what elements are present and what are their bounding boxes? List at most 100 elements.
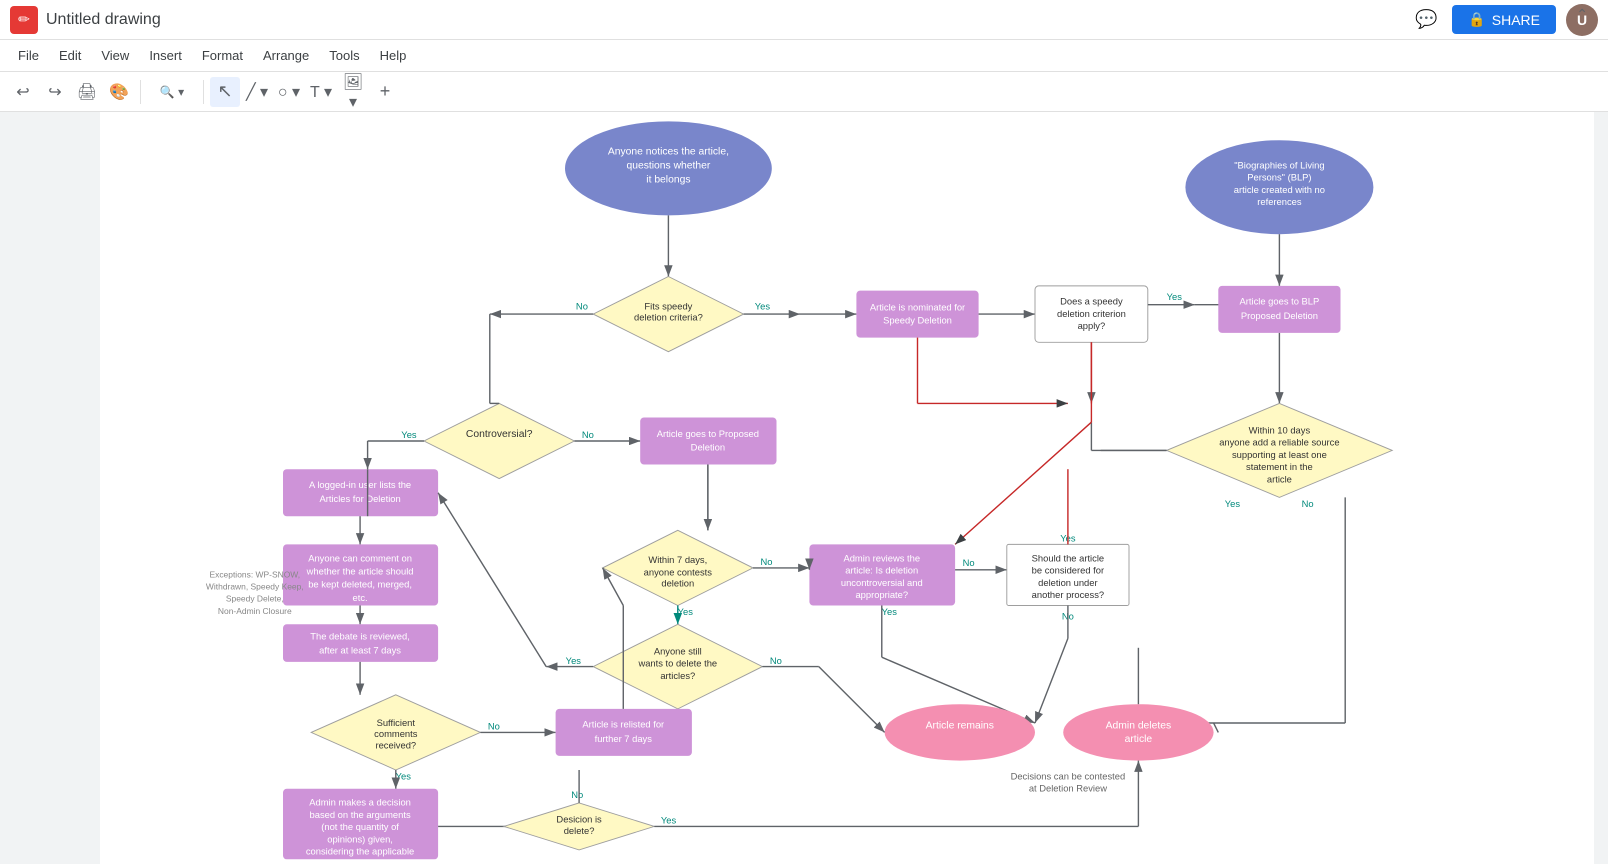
svg-text:Yes: Yes — [1225, 498, 1241, 509]
svg-text:Article goes to Proposed: Article goes to Proposed — [657, 428, 759, 439]
svg-text:statement in the: statement in the — [1246, 461, 1313, 472]
text-tool-button[interactable]: T ▾ — [306, 77, 336, 107]
svg-text:whether the article should: whether the article should — [306, 565, 414, 576]
svg-text:be considered for: be considered for — [1032, 565, 1104, 576]
svg-text:"Biographies of Living: "Biographies of Living — [1234, 159, 1324, 170]
menu-file[interactable]: File — [8, 44, 49, 67]
image-tool-button[interactable]: 🖼 ▾ — [338, 77, 368, 107]
svg-text:supporting at least one: supporting at least one — [1232, 449, 1327, 460]
flowchart-svg: Anyone notices the article, questions wh… — [100, 112, 1594, 864]
svg-text:Yes: Yes — [396, 770, 412, 781]
arrow-anyone-still-to-logged-in — [438, 493, 546, 667]
svg-text:Yes: Yes — [678, 606, 694, 617]
menu-tools[interactable]: Tools — [319, 44, 369, 67]
svg-text:Proposed Deletion: Proposed Deletion — [1241, 310, 1318, 321]
svg-text:article: Is deletion: article: Is deletion — [845, 565, 918, 576]
toolbar: ↩ ↪ 🖨 🎨 🔍 ▾ ↖ ╱ ▾ ○ ▾ T ▾ 🖼 ▾ + ⌃ — [0, 72, 1608, 112]
svg-text:apply?: apply? — [1078, 320, 1106, 331]
svg-text:Within 10 days: Within 10 days — [1249, 424, 1311, 435]
svg-text:deletion under: deletion under — [1038, 577, 1097, 588]
app-icon — [10, 6, 38, 34]
menu-view[interactable]: View — [91, 44, 139, 67]
select-tool-button[interactable]: ↖ — [210, 77, 240, 107]
share-label: SHARE — [1492, 12, 1540, 28]
menu-insert[interactable]: Insert — [139, 44, 192, 67]
svg-text:A logged-in user lists the: A logged-in user lists the — [309, 479, 411, 490]
svg-text:article created with no: article created with no — [1234, 184, 1325, 195]
svg-text:articles?: articles? — [660, 670, 695, 681]
svg-text:Speedy Delete,: Speedy Delete, — [226, 594, 284, 604]
svg-text:No: No — [571, 789, 583, 800]
redo-button[interactable]: ↪ — [40, 77, 70, 107]
document-title[interactable]: Untitled drawing — [46, 11, 161, 29]
menu-arrange[interactable]: Arrange — [253, 44, 319, 67]
svg-text:Sufficient: Sufficient — [377, 717, 416, 728]
comments-button[interactable]: 💬 — [1410, 4, 1442, 36]
svg-text:Non-Admin Closure: Non-Admin Closure — [218, 606, 292, 616]
svg-text:Admin reviews the: Admin reviews the — [843, 552, 920, 563]
svg-text:questions whether: questions whether — [626, 160, 710, 171]
svg-text:No: No — [963, 557, 975, 568]
svg-text:No: No — [1302, 498, 1314, 509]
svg-text:considering the applicable: considering the applicable — [306, 846, 414, 857]
svg-text:Exceptions: WP-SNOW,: Exceptions: WP-SNOW, — [209, 569, 300, 579]
menu-format[interactable]: Format — [192, 44, 253, 67]
svg-text:another process?: another process? — [1032, 589, 1104, 600]
print-button[interactable]: 🖨 — [72, 77, 102, 107]
collapse-toolbar-button[interactable]: ⌃ — [1576, 6, 1588, 23]
svg-text:Yes: Yes — [401, 429, 417, 440]
svg-text:Deletion: Deletion — [691, 441, 725, 452]
svg-text:Should the article: Should the article — [1032, 552, 1104, 563]
svg-text:uncontroversial and: uncontroversial and — [841, 577, 923, 588]
svg-text:Article goes to BLP: Article goes to BLP — [1240, 296, 1320, 307]
svg-text:Withdrawn, Speedy Keep,: Withdrawn, Speedy Keep, — [206, 582, 304, 592]
menu-edit[interactable]: Edit — [49, 44, 91, 67]
svg-text:etc.: etc. — [353, 592, 368, 603]
svg-text:based on the arguments: based on the arguments — [310, 809, 411, 820]
svg-text:Desicion is: Desicion is — [556, 814, 602, 825]
svg-text:anyone contests: anyone contests — [644, 566, 713, 577]
svg-text:anyone add a reliable source: anyone add a reliable source — [1219, 437, 1339, 448]
svg-text:The debate is reviewed,: The debate is reviewed, — [310, 630, 410, 641]
svg-text:Persons" (BLP): Persons" (BLP) — [1247, 172, 1311, 183]
svg-text:article: article — [1267, 473, 1292, 484]
add-tool-button[interactable]: + — [370, 77, 400, 107]
undo-button[interactable]: ↩ — [8, 77, 38, 107]
svg-text:Within 7 days,: Within 7 days, — [648, 554, 707, 565]
arrow-10days-to-admin — [1214, 723, 1219, 732]
svg-text:(not the quantity of: (not the quantity of — [321, 821, 399, 832]
svg-text:No: No — [582, 429, 594, 440]
svg-text:wants to delete the: wants to delete the — [637, 658, 717, 669]
svg-text:it belongs: it belongs — [646, 175, 690, 186]
arrow-considered-no-2 — [1035, 638, 1068, 723]
svg-text:Yes: Yes — [882, 606, 898, 617]
svg-text:Fits speedy: Fits speedy — [644, 300, 692, 311]
svg-text:Yes: Yes — [566, 655, 582, 666]
svg-text:deletion criterion: deletion criterion — [1057, 308, 1126, 319]
zoom-button[interactable]: 🔍 ▾ — [147, 77, 197, 107]
svg-text:Articles for Deletion: Articles for Deletion — [319, 493, 400, 504]
paint-format-button[interactable]: 🎨 — [104, 77, 134, 107]
svg-text:further 7 days: further 7 days — [595, 733, 653, 744]
title-bar: Untitled drawing 💬 🔒 SHARE U — [0, 0, 1608, 40]
svg-text:references: references — [1257, 196, 1302, 207]
share-lock-icon: 🔒 — [1468, 11, 1485, 28]
canvas-area[interactable]: Anyone notices the article, questions wh… — [0, 112, 1594, 864]
shapes-tool-button[interactable]: ○ ▾ — [274, 77, 304, 107]
share-button[interactable]: 🔒 SHARE — [1452, 5, 1556, 34]
svg-text:received?: received? — [375, 739, 416, 750]
menu-bar: File Edit View Insert Format Arrange Too… — [0, 40, 1608, 72]
svg-text:Controversial?: Controversial? — [466, 429, 533, 440]
svg-text:deletion criteria?: deletion criteria? — [634, 312, 703, 323]
line-tool-button[interactable]: ╱ ▾ — [242, 77, 272, 107]
svg-text:No: No — [770, 655, 782, 666]
svg-text:Yes: Yes — [661, 815, 677, 826]
svg-text:Anyone still: Anyone still — [654, 645, 702, 656]
svg-text:Article is nominated for: Article is nominated for — [870, 301, 965, 312]
svg-text:Yes: Yes — [755, 300, 771, 311]
menu-help[interactable]: Help — [370, 44, 417, 67]
svg-text:article: article — [1125, 734, 1153, 745]
svg-text:Yes: Yes — [1167, 291, 1183, 302]
svg-text:comments: comments — [374, 728, 418, 739]
svg-text:Article remains: Article remains — [926, 721, 994, 732]
